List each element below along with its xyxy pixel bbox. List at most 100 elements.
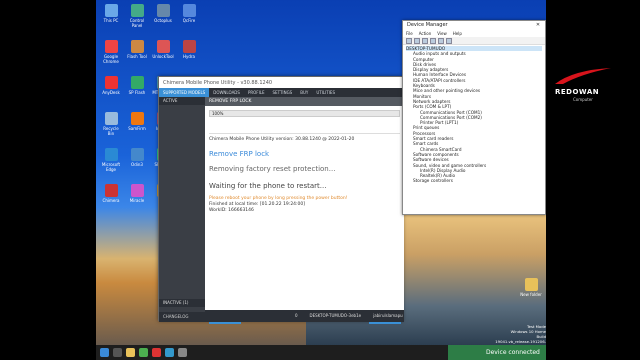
desktop-icon[interactable]: Odin3 [126,148,148,167]
app-icon [130,112,144,125]
desktop-icon[interactable]: Control Panel [126,4,148,28]
device-tree: DESKTOP-TUMUDO Audio inputs and outputs C… [403,45,545,185]
desktop-icon[interactable]: SamFirm [126,112,148,131]
desktop-icon[interactable]: Hydra [178,40,200,59]
search-icon[interactable] [113,348,122,357]
desktop-icon[interactable]: QcFire [178,4,200,23]
properties-icon[interactable] [422,38,428,44]
log-reboot: Please reboot your phone by long pressin… [209,196,348,201]
brand-name: REDOWAN [555,88,600,96]
chimera-titlebar[interactable]: Chimera Mobile Phone Utility - v30.88.12… [159,77,402,88]
scan-icon[interactable] [438,38,444,44]
dm-titlebar[interactable]: Device Manager ✕ [403,21,545,30]
app-icon [130,184,144,197]
status-desktop: DESKTOP-TUMUDO-3eb1e [309,313,362,318]
log-workid: WorkID: 166663146 [209,208,254,213]
menu-utilities[interactable]: UTILITIES [312,88,339,97]
app-icon [104,40,118,53]
dm-menu-file[interactable]: File [406,30,413,37]
dm-title: Device Manager [407,22,448,28]
app-icon [156,4,170,17]
desktop-icon[interactable]: Flash Tool [126,40,148,59]
chimera-window: Chimera Mobile Phone Utility - v30.88.12… [158,76,404,324]
dm-menu-action[interactable]: Action [419,30,432,37]
desktop-icon-label: SamFirm [128,126,146,131]
brand-logo: REDOWAN Computer [551,66,621,106]
app-icon [130,148,144,161]
log-version: Chimera Mobile Phone Utility version: 30… [209,137,355,142]
status-user: jabirulslamapu [373,313,403,318]
desktop-icon-label: Google Chrome [103,54,119,64]
section-title: REMOVE FRP LOCK [205,97,404,106]
toast-text: Device connected [486,349,540,356]
log-output: Chimera Mobile Phone Utility version: 30… [209,133,400,273]
desktop-icon[interactable]: Octoplus [152,4,174,23]
progress-label: 100% [212,111,224,116]
changelog-link[interactable]: CHANGELOG [159,312,205,322]
menu-settings[interactable]: SETTINGS [269,88,297,97]
progress-bar: 100% [209,110,400,117]
desktop-icon-label: QcFire [182,18,196,23]
desktop-icon-label: This PC [103,18,119,23]
window-title: Chimera Mobile Phone Utility - v30.88.12… [163,79,273,86]
help-icon[interactable] [430,38,436,44]
chimera-menu: SUPPORTED MODELS DOWNLOADS PROFILE SETTI… [159,88,402,97]
forward-icon[interactable] [414,38,420,44]
desktop-icon[interactable]: Chimera [100,184,122,203]
dm-menu-help[interactable]: Help [453,30,462,37]
brand-swoosh-icon [555,68,611,84]
app-icon[interactable] [152,348,161,357]
notification-toast[interactable]: Device connected [448,345,546,360]
back-icon[interactable] [406,38,412,44]
sidebar-inactive[interactable]: INACTIVE (1) [159,299,205,307]
chrome-icon[interactable] [139,348,148,357]
desktop-icon-label: Chimera [102,198,120,203]
desktop-icon-label: Recycle Bin [103,126,119,136]
menu-downloads[interactable]: DOWNLOADS [209,88,244,97]
sidebar-active[interactable]: ACTIVE [159,97,205,105]
desktop-icon[interactable]: This PC [100,4,122,23]
file-explorer-icon[interactable] [126,348,135,357]
tree-node[interactable]: Storage controllers [406,178,542,183]
log-waiting: Waiting for the phone to restart... [209,182,327,190]
desktop-icon[interactable]: UnlockTool [152,40,174,59]
menu-supported-models[interactable]: SUPPORTED MODELS [159,88,210,97]
start-icon[interactable] [100,348,109,357]
status-bar: 0 DESKTOP-TUMUDO-3eb1e jabirulslamapu [205,310,404,322]
store-icon[interactable] [178,348,187,357]
desktop-icon-label: Control Panel [129,18,145,28]
edge-icon[interactable] [165,348,174,357]
log-removing: Removing factory reset protection... [209,165,336,173]
desktop-icon-label: AnyDesk [102,90,120,95]
app-icon [130,40,144,53]
right-letterbox [546,0,640,360]
status-count: 0 [295,313,298,318]
dm-menu-view[interactable]: View [437,30,447,37]
app-icon [104,4,118,17]
folder-icon[interactable]: New folder [520,278,542,297]
dm-toolbar [403,37,545,45]
desktop-icon[interactable]: AnyDesk [100,76,122,95]
device-manager-window: Device Manager ✕ File Action View Help DE… [402,20,546,215]
desktop-icon-label: Octoplus [154,18,172,23]
menu-buy[interactable]: BUY [296,88,312,97]
close-icon[interactable]: ✕ [531,21,545,30]
log-finished: Finished at local time: [01.20.22 19:24:… [209,202,306,207]
dm-menu: File Action View Help [403,30,545,37]
brand-sub: Computer [573,97,593,102]
app-icon [182,4,196,17]
app-icon [130,4,144,17]
app-icon [130,76,144,89]
app-icon [182,40,196,53]
desktop-icon[interactable]: Microsoft Edge [100,148,122,172]
desktop-icon-label: Microsoft Edge [101,162,121,172]
desktop-icon[interactable]: Miracle [126,184,148,203]
desktop-icon[interactable]: Recycle Bin [100,112,122,136]
menu-profile[interactable]: PROFILE [244,88,269,97]
main-panel: REMOVE FRP LOCK 100% Chimera Mobile Phon… [205,97,404,324]
left-letterbox [0,0,96,360]
desktop-icon[interactable]: SP Flash [126,76,148,95]
desktop-icon[interactable]: Google Chrome [100,40,122,64]
monitor-icon[interactable] [446,38,452,44]
sidebar: ACTIVE INACTIVE (1) CHANGELOG [159,97,205,322]
